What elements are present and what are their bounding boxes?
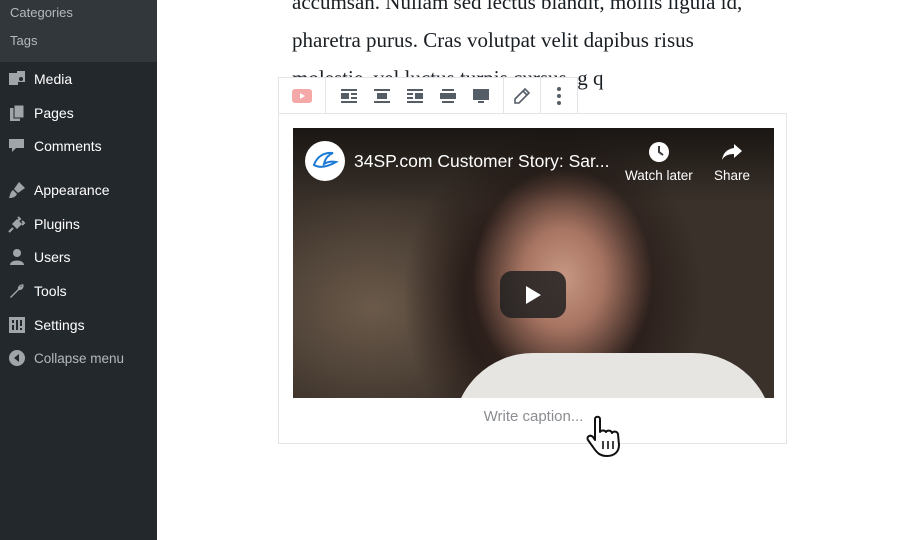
block-toolbar (278, 77, 578, 114)
edit-url-button[interactable] (504, 78, 540, 113)
submenu-item-categories[interactable]: Categories (10, 5, 73, 20)
channel-avatar[interactable] (305, 141, 345, 181)
full-width-button[interactable] (464, 78, 497, 113)
full-width-icon (472, 88, 489, 103)
sidebar-item-users[interactable]: Users (0, 242, 157, 272)
watch-later-button[interactable]: Watch later (625, 140, 693, 183)
wide-width-button[interactable] (431, 78, 464, 113)
edit-group (504, 78, 541, 113)
paragraph-line[interactable]: pharetra purus. Cras volutpat velit dapi… (292, 28, 694, 53)
collapse-menu-button[interactable]: Collapse menu (0, 343, 157, 373)
block-type-group (279, 78, 326, 113)
play-button[interactable] (500, 271, 566, 318)
align-center-icon (373, 88, 390, 103)
admin-sidebar: Categories Tags Media Pages Comments App… (0, 0, 157, 540)
sidebar-item-label: Appearance (34, 182, 110, 198)
sidebar-item-tools[interactable]: Tools (0, 276, 157, 306)
alignment-group (326, 78, 504, 113)
collapse-icon (8, 349, 26, 367)
sidebar-item-label: Plugins (34, 216, 80, 232)
align-center-button[interactable] (365, 78, 398, 113)
plugins-icon (8, 215, 26, 233)
sidebar-item-label: Settings (34, 317, 85, 333)
align-left-icon (340, 88, 357, 103)
video-frame-shirt (453, 353, 773, 398)
video-player[interactable]: 34SP.com Customer Story: Sar... Watch la… (293, 128, 774, 398)
share-button[interactable]: Share (714, 140, 750, 183)
pages-icon (8, 104, 26, 122)
editor-canvas: accumsan. Nullam sed lectus blandit, mol… (157, 0, 900, 540)
more-options-icon (557, 86, 561, 105)
collapse-menu-label: Collapse menu (34, 350, 125, 366)
sidebar-item-label: Tools (34, 283, 67, 299)
sidebar-item-label: Comments (34, 138, 102, 154)
more-options-group (541, 78, 577, 113)
share-arrow-icon (722, 144, 743, 160)
sidebar-item-label: Users (34, 249, 71, 265)
sidebar-item-plugins[interactable]: Plugins (0, 209, 157, 239)
settings-icon (8, 316, 26, 334)
edit-pencil-icon (514, 87, 530, 104)
youtube-embed-block[interactable]: 34SP.com Customer Story: Sar... Watch la… (278, 113, 787, 444)
youtube-block-button[interactable] (279, 78, 325, 113)
media-icon (8, 70, 26, 88)
hand-pointer-cursor-icon (586, 415, 620, 457)
sidebar-item-appearance[interactable]: Appearance (0, 175, 157, 205)
youtube-block-icon (292, 88, 312, 103)
share-label: Share (714, 168, 751, 183)
clock-icon (648, 142, 669, 162)
posts-submenu: Categories Tags (0, 0, 157, 62)
sidebar-item-media[interactable]: Media (0, 64, 157, 94)
sidebar-item-label: Media (34, 71, 73, 87)
more-options-button[interactable] (541, 78, 577, 113)
comments-icon (8, 137, 26, 155)
tools-icon (8, 282, 26, 300)
align-right-icon (406, 88, 423, 103)
paragraph-line[interactable]: accumsan. Nullam sed lectus blandit, mol… (292, 0, 742, 15)
wide-width-icon (439, 88, 456, 103)
align-left-button[interactable] (332, 78, 365, 113)
caption-input[interactable]: Write caption... (279, 408, 788, 425)
sidebar-item-settings[interactable]: Settings (0, 310, 157, 340)
submenu-item-tags[interactable]: Tags (10, 33, 37, 48)
play-icon (526, 285, 541, 304)
sidebar-item-label: Pages (34, 105, 74, 121)
watch-later-label: Watch later (625, 168, 693, 183)
align-right-button[interactable] (398, 78, 431, 113)
sidebar-item-pages[interactable]: Pages (0, 98, 157, 128)
users-icon (8, 248, 26, 266)
channel-logo-icon (312, 151, 339, 168)
video-title[interactable]: 34SP.com Customer Story: Sar... (354, 151, 609, 172)
appearance-icon (8, 181, 26, 199)
sidebar-item-comments[interactable]: Comments (0, 131, 157, 161)
